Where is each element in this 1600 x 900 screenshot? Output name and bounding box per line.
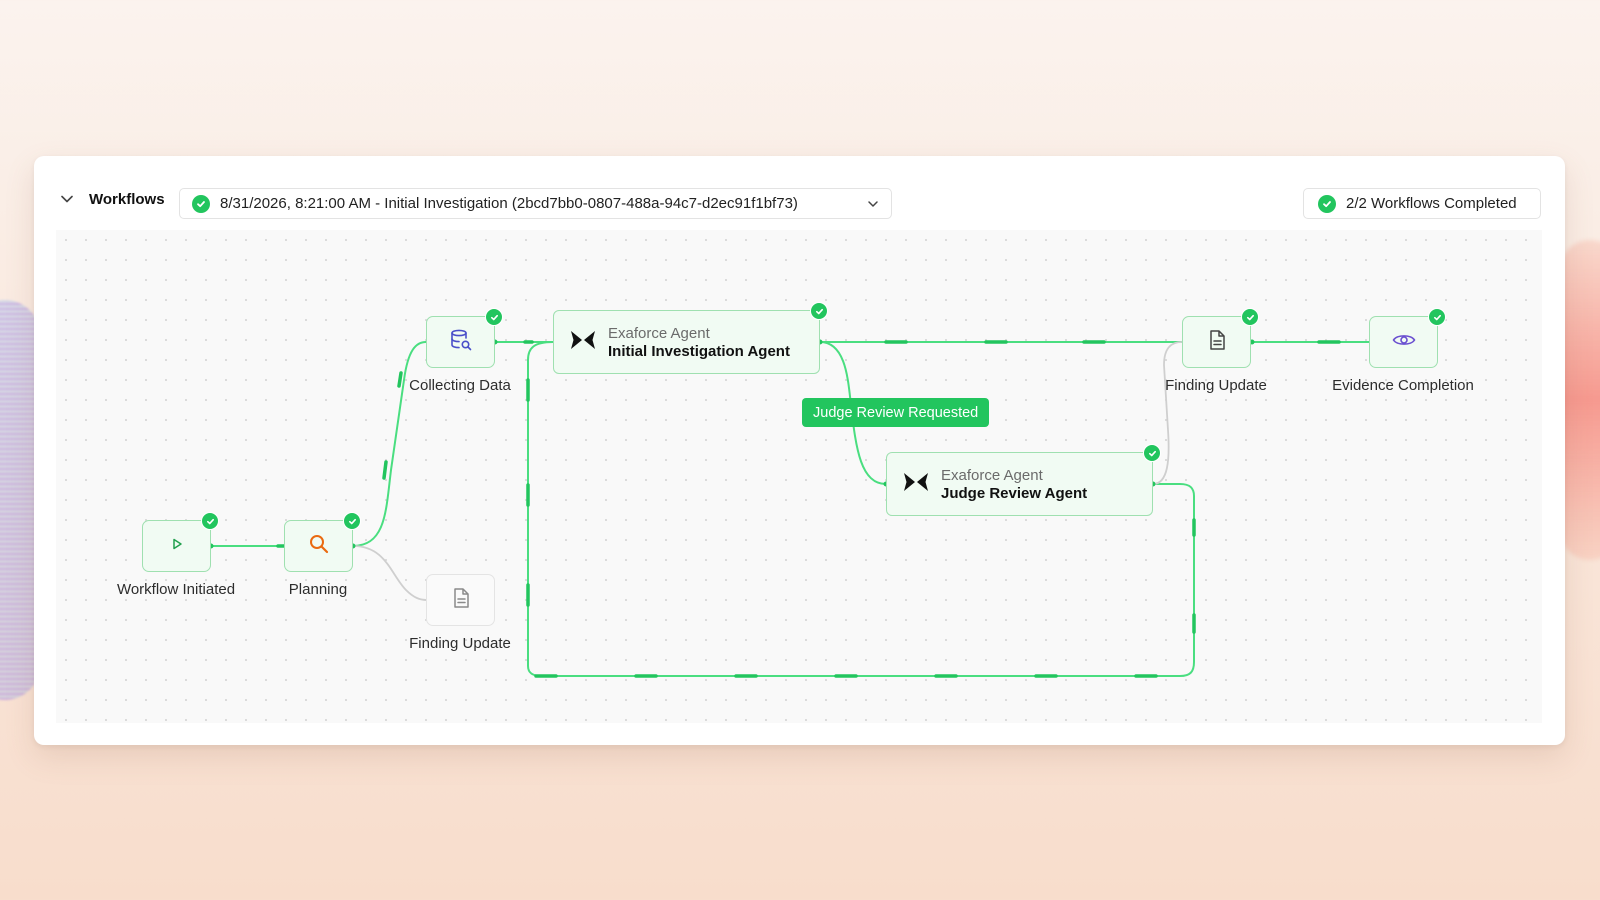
eye-icon: [1392, 332, 1416, 353]
node-check-icon: [485, 308, 503, 326]
node-check-icon: [201, 512, 219, 530]
workflows-title: Workflows: [89, 191, 165, 208]
node-label-planning: Planning: [288, 581, 348, 598]
workflows-header: Workflows 8/31/2026, 8:21:00 AM - Initia…: [34, 156, 1565, 226]
node-finding-update[interactable]: [1182, 308, 1259, 368]
workflows-completed-text: 2/2 Workflows Completed: [1346, 195, 1517, 212]
agent-name: Judge Review Agent: [941, 484, 1088, 502]
edge-dash: [382, 460, 388, 480]
agent-name: Initial Investigation Agent: [608, 342, 790, 360]
agent-provider: Exaforce Agent: [608, 324, 710, 342]
node-evidence-completion[interactable]: [1369, 308, 1446, 368]
search-icon: [308, 533, 330, 560]
exaforce-logo-icon: [903, 472, 929, 497]
node-workflow-initiated[interactable]: [142, 512, 219, 572]
check-icon: [192, 194, 210, 213]
node-label-workflow-initiated: Workflow Initiated: [116, 581, 236, 598]
document-icon: [1207, 329, 1227, 356]
node-label-collecting-data: Collecting Data: [409, 377, 511, 394]
check-icon: [1318, 194, 1336, 213]
edge-dash: [397, 371, 403, 388]
edge-label-judge-review-requested: Judge Review Requested: [802, 398, 990, 427]
selected-workflow-text: 8/31/2026, 8:21:00 AM - Initial Investig…: [220, 195, 798, 212]
node-check-icon: [343, 512, 361, 530]
play-icon: [170, 537, 184, 556]
edge-planning-finding-pending: [352, 545, 428, 601]
background-decoration-right: [1560, 240, 1600, 560]
edge-planning-collecting: [352, 341, 427, 547]
agent-judge-review[interactable]: Exaforce Agent Judge Review Agent: [886, 444, 1161, 516]
node-check-icon: [1241, 308, 1259, 326]
workflows-panel: Workflows 8/31/2026, 8:21:00 AM - Initia…: [34, 156, 1565, 745]
node-collecting-data[interactable]: [426, 308, 503, 368]
workflows-completed-badge: 2/2 Workflows Completed: [1303, 188, 1541, 219]
agent-initial-investigation[interactable]: Exaforce Agent Initial Investigation Age…: [553, 302, 828, 374]
document-icon: [451, 587, 471, 614]
collapse-chevron-icon[interactable]: [60, 192, 74, 206]
node-label-finding-update: Finding Update: [1165, 377, 1267, 394]
node-finding-update-pending[interactable]: [426, 574, 495, 626]
node-check-icon: [810, 302, 828, 320]
workflow-canvas[interactable]: Workflow Initiated Planning Collecting D…: [56, 230, 1542, 723]
workflow-select[interactable]: 8/31/2026, 8:21:00 AM - Initial Investig…: [179, 188, 892, 219]
node-planning[interactable]: [284, 512, 361, 572]
exaforce-logo-icon: [570, 330, 596, 355]
agent-provider: Exaforce Agent: [941, 466, 1043, 484]
database-search-icon: [449, 328, 473, 357]
node-check-icon: [1428, 308, 1446, 326]
node-check-icon: [1143, 444, 1161, 462]
node-label-evidence-completion: Evidence Completion: [1332, 377, 1474, 394]
node-label-finding-update-pending: Finding Update: [409, 635, 511, 652]
edge-judge-finding: [1152, 341, 1183, 485]
chevron-down-icon: [867, 197, 879, 215]
workflow-edges: [208, 339, 1370, 678]
